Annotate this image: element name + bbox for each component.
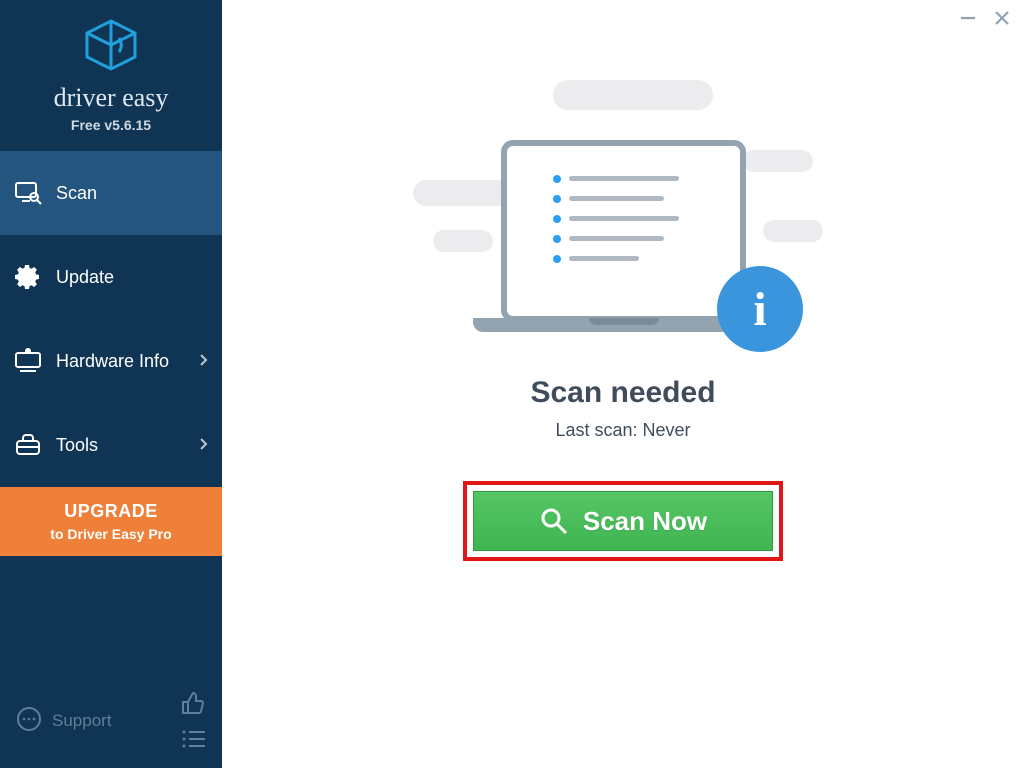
footer-right	[180, 690, 206, 752]
close-button[interactable]	[992, 8, 1012, 28]
sidebar-footer: Support	[0, 676, 222, 768]
info-badge-icon: i	[717, 266, 803, 352]
sidebar-item-scan[interactable]: Scan	[0, 151, 222, 235]
logo-icon	[0, 18, 222, 77]
brand-version: Free v5.6.15	[0, 117, 222, 133]
scan-now-highlight: Scan Now	[463, 481, 783, 561]
search-icon	[539, 506, 569, 536]
hardware-info-icon: i	[14, 347, 42, 375]
sidebar-item-hardware-info[interactable]: i Hardware Info	[0, 319, 222, 403]
minimize-button[interactable]	[958, 8, 978, 28]
gear-icon	[14, 263, 42, 291]
scan-now-button[interactable]: Scan Now	[473, 491, 773, 551]
chat-icon	[16, 706, 42, 737]
window-controls	[958, 8, 1012, 28]
chevron-right-icon	[198, 353, 208, 370]
sidebar-item-label: Tools	[56, 435, 98, 456]
chevron-right-icon	[198, 437, 208, 454]
sidebar: driver easy Free v5.6.15 Scan Update	[0, 0, 222, 768]
sidebar-item-label: Hardware Info	[56, 351, 169, 372]
laptop-icon	[501, 140, 746, 322]
sidebar-item-label: Scan	[56, 183, 97, 204]
brand-block: driver easy Free v5.6.15	[0, 0, 222, 143]
sidebar-item-label: Update	[56, 267, 114, 288]
upgrade-title: UPGRADE	[10, 501, 212, 522]
upgrade-button[interactable]: UPGRADE to Driver Easy Pro	[0, 487, 222, 556]
nav: Scan Update i Hardware Info	[0, 151, 222, 556]
toolbox-icon	[14, 431, 42, 459]
brand-name: driver easy	[0, 83, 222, 113]
upgrade-sub: to Driver Easy Pro	[10, 526, 212, 542]
scan-now-label: Scan Now	[583, 506, 707, 537]
illustration: i	[413, 80, 833, 340]
feedback-button[interactable]	[180, 690, 206, 716]
support-button[interactable]: Support	[16, 706, 112, 737]
menu-button[interactable]	[180, 726, 206, 752]
support-label: Support	[52, 711, 112, 731]
main-panel: i Scan needed Last scan: Never Scan Now	[222, 0, 1024, 768]
sidebar-item-tools[interactable]: Tools	[0, 403, 222, 487]
last-scan-text: Last scan: Never	[555, 420, 690, 441]
scan-headline: Scan needed	[530, 376, 715, 410]
sidebar-item-update[interactable]: Update	[0, 235, 222, 319]
list-icon	[181, 729, 205, 749]
thumbs-up-icon	[181, 691, 205, 715]
monitor-search-icon	[14, 179, 42, 207]
